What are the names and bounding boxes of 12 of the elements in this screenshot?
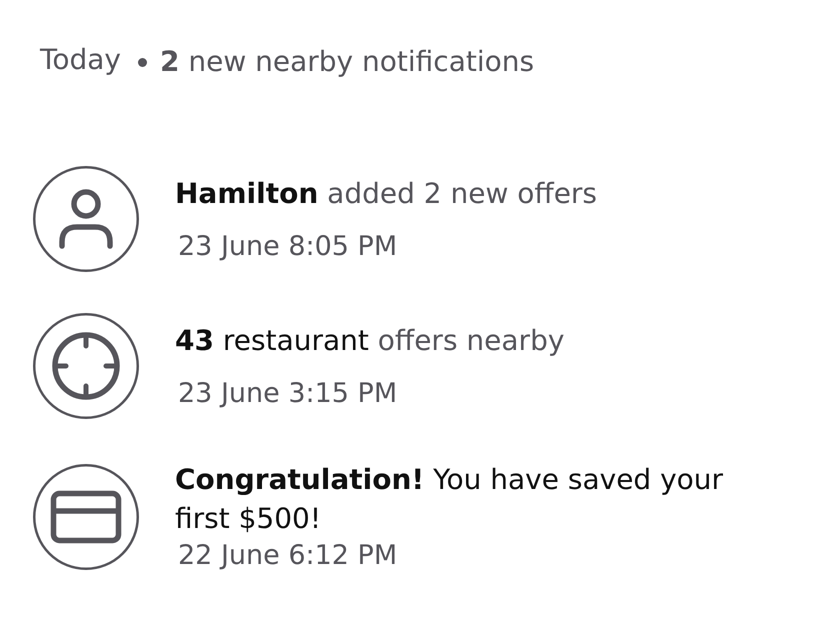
notification-message: Hamilton added 2 new offers <box>175 176 598 212</box>
notification-summary: 2 new nearby notifications <box>160 44 534 80</box>
credit-card-icon <box>33 464 139 570</box>
notification-time: 22 June 6:12 PM <box>177 539 398 573</box>
notification-message: 43 restaurant offers nearby <box>175 322 564 358</box>
dot-icon <box>138 58 147 66</box>
notification-time: 23 June 3:15 PM <box>177 376 398 410</box>
notification-message: Congratulation! You have saved your first $500! <box>175 462 724 537</box>
day-label: Today <box>40 42 121 78</box>
notification-time: 23 June 8:05 PM <box>177 230 398 264</box>
person-icon <box>33 166 139 272</box>
crosshair-icon <box>33 313 139 419</box>
